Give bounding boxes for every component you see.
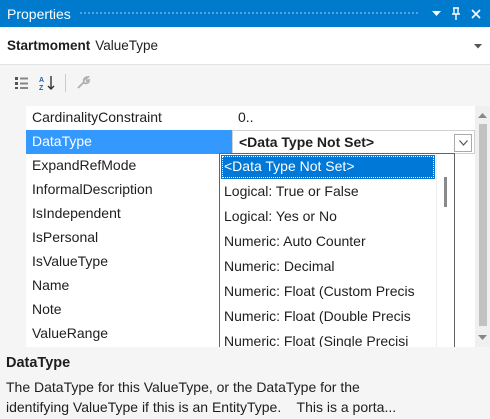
svg-text:A: A: [39, 77, 44, 84]
dropdown-option[interactable]: <Data Type Not Set>: [221, 155, 435, 179]
object-name: Startmoment: [7, 38, 91, 53]
pin-icon[interactable]: [446, 0, 466, 27]
properties-toolbar: A Z: [0, 65, 490, 100]
close-icon[interactable]: [466, 0, 486, 27]
dropdown-option[interactable]: Logical: True or False: [221, 180, 435, 204]
window-title: Properties: [7, 5, 71, 22]
chevron-down-icon: [458, 138, 468, 149]
grid-margin: [0, 106, 26, 347]
datatype-dropdown-list[interactable]: <Data Type Not Set> Logical: True or Fal…: [219, 153, 455, 371]
property-name: DataType: [32, 133, 92, 149]
scroll-thumb[interactable]: [479, 124, 487, 326]
dropdown-option[interactable]: Numeric: Decimal: [221, 255, 435, 279]
svg-text:Z: Z: [39, 85, 44, 91]
alphabetical-icon[interactable]: A Z: [36, 72, 60, 94]
description-pane: DataType The DataType for this ValueType…: [0, 347, 490, 419]
property-name: Name: [32, 277, 70, 293]
property-name: IsPersonal: [32, 229, 99, 245]
property-value: <Data Type Not Set>: [239, 134, 375, 150]
dropdown-button[interactable]: [454, 134, 472, 152]
properties-titlebar: Properties: [0, 0, 490, 27]
datatype-value-editor[interactable]: <Data Type Not Set>: [232, 130, 475, 154]
dropdown-scroll-thumb[interactable]: [444, 177, 447, 207]
property-name: IsValueType: [32, 253, 109, 269]
dropdown-option[interactable]: Numeric: Auto Counter: [221, 230, 435, 254]
scroll-up-icon[interactable]: [475, 108, 490, 123]
property-name: ExpandRefMode: [32, 157, 137, 173]
dropdown-option[interactable]: Logical: Yes or No: [221, 205, 435, 229]
property-name: CardinalityConstraint: [32, 109, 162, 125]
object-selector[interactable]: Startmoment ValueType: [0, 27, 490, 65]
grid-row-selected[interactable]: DataType <Data Type Not Set>: [26, 130, 475, 154]
dropdown-option[interactable]: Numeric: Float (Custom Precis: [221, 280, 435, 304]
description-line: identifying ValueType if this is an Enti…: [6, 399, 397, 415]
description-line: The DataType for this ValueType, or the …: [6, 379, 360, 395]
dropdown-scrollbar[interactable]: [436, 154, 454, 354]
property-pages-icon[interactable]: [71, 72, 95, 94]
scroll-down-icon[interactable]: [475, 330, 490, 345]
object-type: ValueType: [95, 38, 159, 53]
property-value: 0..: [238, 109, 254, 125]
categorized-icon[interactable]: [10, 72, 34, 94]
drag-grip[interactable]: [78, 11, 418, 16]
description-title: DataType: [6, 355, 71, 371]
property-name: InformalDescription: [32, 181, 153, 197]
chevron-down-icon[interactable]: [426, 0, 446, 27]
property-name: IsIndependent: [32, 205, 121, 221]
grid-row[interactable]: CardinalityConstraint 0..: [26, 106, 475, 130]
property-name: ValueRange: [32, 325, 109, 341]
property-name: Note: [32, 301, 62, 317]
description-text: The DataType for this ValueType, or the …: [6, 377, 488, 417]
grid-scrollbar[interactable]: [475, 106, 490, 347]
dropdown-option[interactable]: Numeric: Float (Double Precis: [221, 305, 435, 329]
object-selector-dropdown-icon[interactable]: [474, 41, 482, 51]
toolbar-separator: [65, 73, 66, 92]
